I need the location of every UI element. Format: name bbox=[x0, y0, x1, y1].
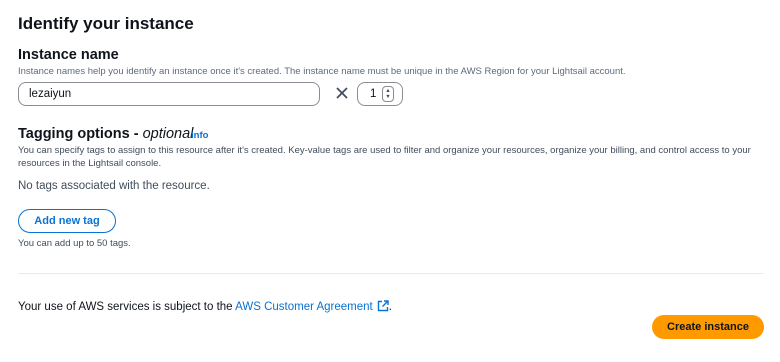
no-tags-message: No tags associated with the resource. bbox=[18, 180, 210, 192]
tagging-title-text: Tagging options bbox=[18, 126, 130, 142]
agreement-notice: Your use of AWS services is subject to t… bbox=[18, 300, 392, 313]
tagging-title: Tagging options - optional bbox=[18, 126, 193, 142]
add-new-tag-button[interactable]: Add new tag bbox=[18, 209, 116, 233]
divider bbox=[18, 273, 764, 274]
external-link-icon bbox=[377, 300, 389, 312]
instance-quantity-stepper[interactable]: 1 ▲ ▼ bbox=[357, 82, 403, 106]
identify-instance-panel: Identify your instance Instance name Ins… bbox=[0, 0, 780, 362]
tagging-optional-label: optional bbox=[142, 126, 194, 142]
instance-name-input[interactable] bbox=[18, 82, 320, 106]
stepper-arrows-icon[interactable]: ▲ ▼ bbox=[382, 86, 394, 102]
instance-name-description: Instance names help you identify an inst… bbox=[18, 66, 626, 77]
agreement-link-text: AWS Customer Agreement bbox=[235, 301, 373, 313]
times-icon bbox=[336, 87, 348, 99]
aws-customer-agreement-link[interactable]: AWS Customer Agreement bbox=[235, 300, 389, 313]
instance-name-label: Instance name bbox=[18, 47, 119, 63]
agreement-suffix: . bbox=[388, 301, 392, 313]
quantity-value: 1 bbox=[370, 88, 377, 100]
section-title: Identify your instance bbox=[18, 14, 194, 33]
tagging-description: You can specify tags to assign to this r… bbox=[18, 145, 751, 169]
agreement-prefix: Your use of AWS services is subject to t… bbox=[18, 301, 236, 313]
create-instance-button[interactable]: Create instance bbox=[652, 315, 764, 339]
tagging-title-dash: - bbox=[129, 126, 143, 142]
info-link[interactable]: Info bbox=[191, 130, 208, 141]
tag-limit-note: You can add up to 50 tags. bbox=[18, 238, 131, 249]
